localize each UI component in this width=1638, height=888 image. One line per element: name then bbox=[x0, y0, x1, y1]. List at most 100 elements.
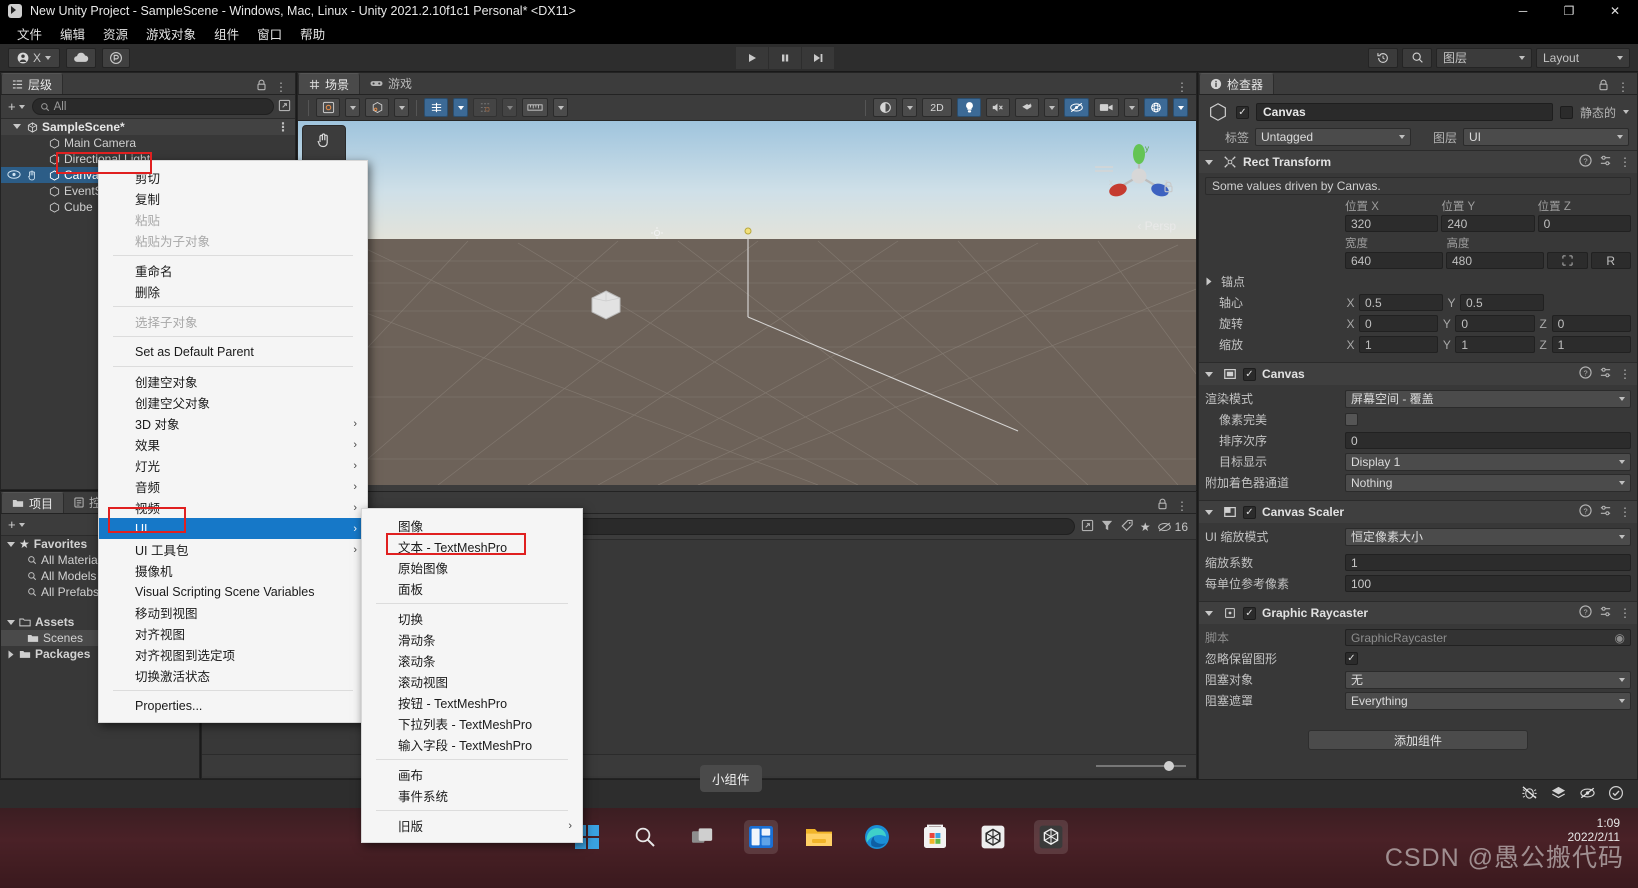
more-menu-icon[interactable]: ⋮ bbox=[1176, 80, 1188, 94]
scene-more-icon[interactable]: ⋮ bbox=[277, 120, 295, 134]
collapse-triangle-icon[interactable] bbox=[8, 650, 14, 658]
more-menu-icon[interactable]: ⋮ bbox=[1619, 505, 1631, 519]
blocking-mask-dropdown[interactable]: Everything bbox=[1345, 691, 1631, 710]
component-header[interactable]: ✓ Graphic Raycaster ? ⋮ bbox=[1199, 602, 1637, 624]
tab-project[interactable]: 项目 bbox=[1, 492, 65, 513]
pivot-x-input[interactable]: 0.5 bbox=[1359, 294, 1443, 311]
help-icon[interactable]: ? bbox=[1579, 504, 1592, 520]
hierarchy-search-toggle-icon[interactable] bbox=[278, 99, 291, 115]
collab-button[interactable] bbox=[102, 47, 130, 68]
ctx-rename[interactable]: 重命名 bbox=[99, 260, 367, 281]
toggle-fx-button[interactable] bbox=[1015, 98, 1039, 117]
ui-image[interactable]: 图像 bbox=[362, 515, 582, 536]
pause-button[interactable] bbox=[769, 46, 801, 69]
scene-view-lock-icon[interactable] bbox=[1163, 181, 1174, 196]
account-button[interactable]: X bbox=[8, 47, 60, 68]
ctx-light[interactable]: 灯光 › bbox=[99, 455, 367, 476]
edge-icon[interactable] bbox=[860, 820, 894, 854]
lock-icon[interactable] bbox=[1598, 79, 1609, 94]
rotation-z-input[interactable]: 0 bbox=[1551, 315, 1631, 332]
gizmo-dropdown[interactable] bbox=[453, 98, 468, 117]
ctx-visual-scripting-scene-variables[interactable]: Visual Scripting Scene Variables bbox=[99, 581, 367, 602]
expand-triangle-icon[interactable] bbox=[1205, 159, 1213, 165]
blocking-objects-dropdown[interactable]: 无 bbox=[1345, 670, 1631, 689]
layout-dropdown[interactable]: Layout bbox=[1536, 47, 1630, 68]
ui-legacy[interactable]: 旧版 › bbox=[362, 815, 582, 836]
shading-mode-dropdown[interactable] bbox=[345, 98, 360, 117]
more-menu-icon[interactable]: ⋮ bbox=[1617, 80, 1629, 94]
shading-mode-button[interactable] bbox=[316, 98, 340, 117]
preset-icon[interactable] bbox=[1599, 504, 1612, 520]
ctx-create-empty-parent[interactable]: 创建空父对象 bbox=[99, 392, 367, 413]
scale-factor-input[interactable]: 1 bbox=[1345, 554, 1631, 571]
ctx-copy[interactable]: 复制 bbox=[99, 188, 367, 209]
menu-component[interactable]: 组件 bbox=[205, 22, 248, 45]
hierarchy-row-scene[interactable]: SampleScene* ⋮ bbox=[1, 119, 295, 135]
tab-game[interactable]: 游戏 bbox=[360, 73, 423, 94]
gizmos-dropdown[interactable] bbox=[1173, 98, 1188, 117]
gameobject-active-checkbox[interactable]: ✓ bbox=[1236, 105, 1249, 119]
more-menu-icon[interactable]: ⋮ bbox=[1619, 606, 1631, 620]
rotation-x-input[interactable]: 0 bbox=[1359, 315, 1439, 332]
toggle-hidden-objects-button[interactable] bbox=[1064, 98, 1089, 117]
render-mode-dropdown[interactable]: 屏幕空间 - 覆盖 bbox=[1345, 389, 1631, 408]
scale-x-input[interactable]: 1 bbox=[1359, 336, 1439, 353]
status-bug-icon[interactable] bbox=[1521, 785, 1538, 803]
component-enabled-checkbox[interactable]: ✓ bbox=[1243, 505, 1256, 519]
menu-assets[interactable]: 资源 bbox=[94, 22, 137, 45]
component-header[interactable]: Rect Transform ? ⋮ bbox=[1199, 151, 1637, 173]
minimize-button[interactable]: ─ bbox=[1500, 0, 1546, 22]
scene-camera-button[interactable] bbox=[1094, 98, 1119, 117]
gizmos-toggle-button[interactable] bbox=[1144, 98, 1168, 117]
expand-triangle-icon[interactable] bbox=[13, 124, 21, 129]
snap-toggle-button[interactable] bbox=[473, 98, 497, 117]
lock-icon[interactable] bbox=[1157, 498, 1168, 513]
filter-favorite-icon[interactable]: ★ bbox=[1140, 520, 1151, 534]
object-picker-icon[interactable]: ◉ bbox=[1615, 631, 1625, 645]
shader-channels-dropdown[interactable]: Nothing bbox=[1345, 473, 1631, 492]
ui-toggle[interactable]: 切换 bbox=[362, 608, 582, 629]
help-icon[interactable]: ? bbox=[1579, 605, 1592, 621]
explorer-icon[interactable] bbox=[802, 820, 836, 854]
project-create-button[interactable]: + bbox=[5, 517, 28, 532]
undo-history-button[interactable] bbox=[1368, 47, 1398, 68]
preset-icon[interactable] bbox=[1599, 605, 1612, 621]
expand-triangle-icon[interactable] bbox=[7, 619, 15, 625]
expand-triangle-icon[interactable] bbox=[1205, 371, 1213, 377]
search-button[interactable] bbox=[1402, 47, 1432, 68]
hierarchy-search-input[interactable]: All bbox=[31, 98, 274, 115]
pixel-perfect-checkbox[interactable] bbox=[1345, 413, 1358, 426]
width-input[interactable]: 640 bbox=[1345, 252, 1443, 269]
ctx-move-to-view[interactable]: 移动到视图 bbox=[99, 602, 367, 623]
taskview-icon[interactable] bbox=[686, 820, 720, 854]
ui-button-textmeshpro[interactable]: 按钮 - TextMeshPro bbox=[362, 692, 582, 713]
ctx-align-view-to-selected[interactable]: 对齐视图到选定项 bbox=[99, 644, 367, 665]
filter-type-icon[interactable] bbox=[1100, 519, 1114, 535]
sort-order-input[interactable]: 0 bbox=[1345, 432, 1631, 449]
ignore-reversed-checkbox[interactable]: ✓ bbox=[1345, 652, 1358, 665]
position-y-input[interactable]: 240 bbox=[1441, 215, 1535, 232]
more-menu-icon[interactable]: ⋮ bbox=[1176, 499, 1188, 513]
ui-panel[interactable]: 面板 bbox=[362, 578, 582, 599]
step-button[interactable] bbox=[802, 46, 834, 69]
anchors-row[interactable]: 锚点 bbox=[1205, 272, 1631, 291]
grid-size-button[interactable] bbox=[522, 98, 548, 117]
more-menu-icon[interactable]: ⋮ bbox=[275, 80, 287, 94]
ctx-audio[interactable]: 音频 › bbox=[99, 476, 367, 497]
menu-file[interactable]: 文件 bbox=[8, 22, 51, 45]
tag-dropdown[interactable]: Untagged bbox=[1255, 128, 1411, 146]
target-display-dropdown[interactable]: Display 1 bbox=[1345, 452, 1631, 471]
toggle-2d-button[interactable]: 2D bbox=[922, 98, 952, 117]
filter-label-icon[interactable] bbox=[1120, 519, 1134, 535]
toggle-audio-button[interactable] bbox=[986, 98, 1010, 117]
help-icon[interactable]: ? bbox=[1579, 154, 1592, 170]
gizmo-toggle-button[interactable] bbox=[424, 98, 448, 117]
menu-help[interactable]: 帮助 bbox=[291, 22, 334, 45]
ctx-delete[interactable]: 删除 bbox=[99, 281, 367, 302]
expand-triangle-icon[interactable] bbox=[1205, 610, 1213, 616]
maximize-button[interactable]: ❐ bbox=[1546, 0, 1592, 22]
layers-dropdown[interactable]: 图层 bbox=[1436, 47, 1532, 68]
grid-size-dropdown[interactable] bbox=[553, 98, 568, 117]
draw-mode-button[interactable] bbox=[365, 98, 389, 117]
rotation-y-input[interactable]: 0 bbox=[1455, 315, 1535, 332]
